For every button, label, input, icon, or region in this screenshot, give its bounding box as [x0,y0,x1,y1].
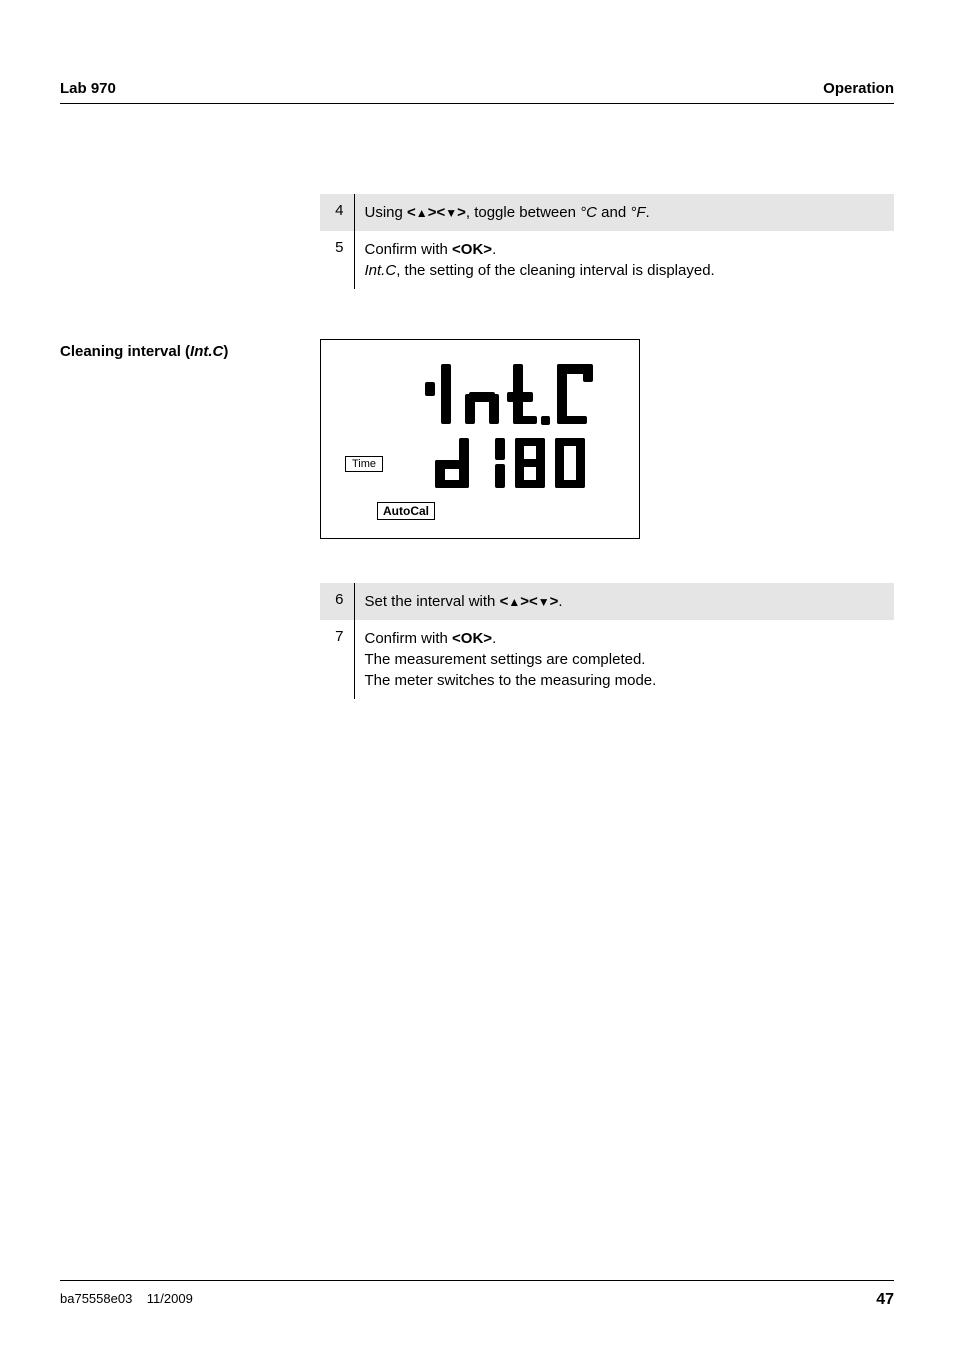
doc-id: ba75558e03 [60,1291,132,1306]
text: , the setting of the cleaning interval i… [396,262,715,279]
key-label: < [436,204,445,221]
step-number: 4 [320,194,354,231]
text: . [492,630,496,647]
int-c-italic: Int.C [190,343,223,360]
unit-f: °F [630,204,645,221]
time-indicator: Time [345,456,383,472]
page-number: 47 [876,1291,894,1309]
section-heading: Cleaning interval (Int.C) [60,339,320,539]
device-display: Time AutoCal [320,339,640,539]
text: and [597,204,630,221]
text: Confirm with [365,241,453,258]
ok-key: <OK> [452,630,492,647]
key-label: < [529,593,538,610]
autocal-indicator: AutoCal [377,502,435,520]
step-description: Confirm with <OK>. Int.C, the setting of… [354,231,894,289]
step-number: 5 [320,231,354,289]
key-label: > [520,593,529,610]
steps-block-2: 6 Set the interval with <><>. 7 Confirm … [320,583,894,699]
text: Cleaning interval ( [60,343,190,360]
page-header: Lab 970 Operation [60,80,894,104]
text: . [492,241,496,258]
down-arrow-icon [538,593,550,610]
text: ) [223,343,228,360]
header-right: Operation [823,80,894,97]
cleaning-interval-section: Cleaning interval (Int.C) [60,339,894,539]
down-arrow-icon [445,204,457,221]
step-row-5: 5 Confirm with <OK>. Int.C, the setting … [320,231,894,289]
step-row-7: 7 Confirm with <OK>. The measurement set… [320,620,894,699]
step-description: Set the interval with <><>. [354,583,894,620]
up-arrow-icon [416,204,428,221]
display-content: Time AutoCal [321,340,639,538]
int-c-label: Int.C [365,262,397,279]
up-arrow-icon [508,593,520,610]
footer-left: ba75558e03 11/2009 [60,1291,193,1309]
text: . [558,593,562,610]
step-description: Confirm with <OK>. The measurement setti… [354,620,894,699]
text: The meter switches to the measuring mode… [365,672,657,689]
step-number: 6 [320,583,354,620]
key-label: > [457,204,466,221]
steps-block-1: 4 Using <><>, toggle between °C and °F. … [320,194,894,289]
unit-c: °C [580,204,597,221]
text: Confirm with [365,630,453,647]
page-footer: ba75558e03 11/2009 47 [60,1280,894,1309]
text: The measurement settings are completed. [365,651,646,668]
step-description: Using <><>, toggle between °C and °F. [354,194,894,231]
step-row-6: 6 Set the interval with <><>. [320,583,894,620]
key-label: < [407,204,416,221]
text: Using [365,204,408,221]
step-table-2: 6 Set the interval with <><>. 7 Confirm … [320,583,894,699]
ok-key: <OK> [452,241,492,258]
seven-segment-display [321,340,641,540]
text: , toggle between [466,204,580,221]
header-left: Lab 970 [60,80,116,97]
step-number: 7 [320,620,354,699]
text: . [646,204,650,221]
step-table-1: 4 Using <><>, toggle between °C and °F. … [320,194,894,289]
doc-date: 11/2009 [147,1291,193,1306]
step-row-4: 4 Using <><>, toggle between °C and °F. [320,194,894,231]
text: Set the interval with [365,593,500,610]
